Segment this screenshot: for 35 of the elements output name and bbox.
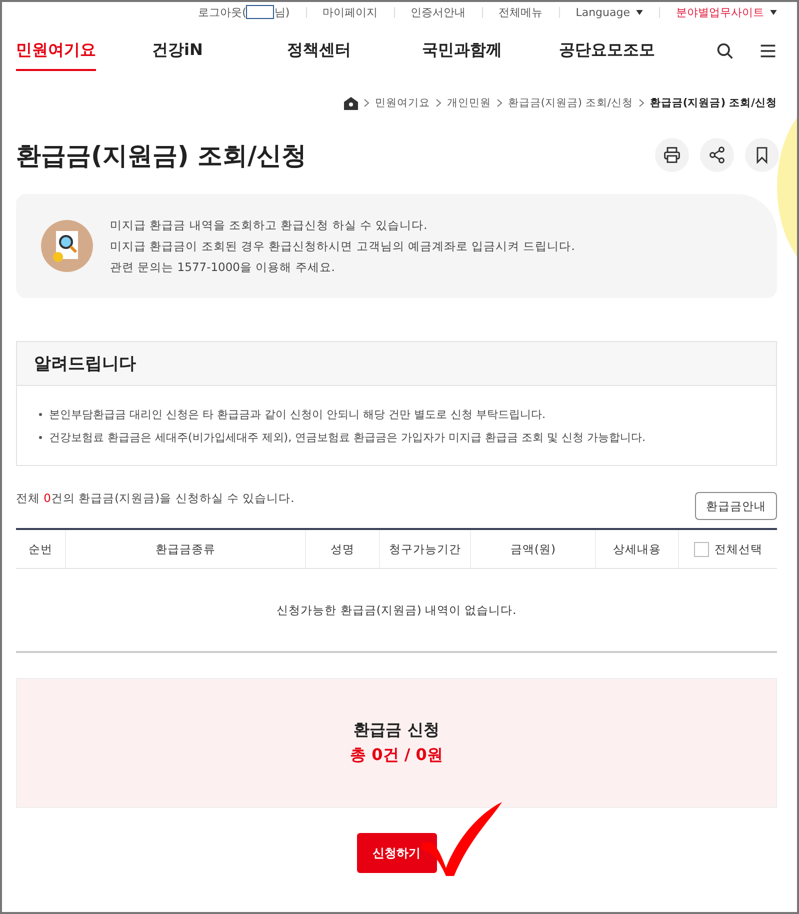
logout-link[interactable]: 로그아웃( 님) bbox=[198, 4, 290, 20]
nav-tab[interactable]: 공단요모조모 bbox=[559, 32, 655, 70]
column-header: 금액(원) bbox=[471, 530, 596, 568]
summary-title: 환급금 신청 bbox=[354, 720, 440, 741]
notice-text: 건강보험료 환급금은 세대주(비가입세대주 제외), 연금보험료 환급금은 가입자가 미지급 환급금 조회 및 신청 가능합니다. bbox=[49, 430, 646, 446]
empty-message: 신청가능한 환급금(지원금) 내역이 없습니다. bbox=[276, 602, 516, 618]
breadcrumb-link[interactable]: 환급금(지원금) 조회/신청 bbox=[650, 96, 777, 110]
select-all-checkbox[interactable]: 전체선택 bbox=[694, 542, 762, 556]
count-text: 전체 0건의 환급금(지원금)을 신청하실 수 있습니다. bbox=[16, 491, 294, 506]
guide-button[interactable]: 환급금안내 bbox=[695, 492, 777, 520]
utility-link[interactable]: 인증서안내 bbox=[410, 4, 466, 20]
info-text: 미지급 환급금이 조회된 경우 환급신청하시면 고객님의 예금계좌로 입금시켜 드립니다. bbox=[110, 238, 575, 254]
utility-link[interactable]: 전체메뉴 bbox=[498, 4, 543, 20]
page-title: 환급금(지원금) 조회/신청 bbox=[16, 140, 307, 172]
column-header: 상세내용 bbox=[596, 530, 679, 568]
breadcrumb-link[interactable]: 환급금(지원금) 조회/신청 bbox=[508, 96, 633, 110]
nav-tab[interactable]: 민원여기요 bbox=[16, 32, 96, 70]
dropdown-link[interactable]: 분야별업무사이트 bbox=[676, 4, 764, 20]
submit-button[interactable]: 신청하기 bbox=[356, 833, 436, 873]
notice-title: 알려드립니다 bbox=[34, 353, 136, 375]
column-header: 순번 bbox=[16, 530, 66, 568]
breadcrumb-link[interactable]: 민원여기요 bbox=[374, 96, 430, 110]
notice-text: 본인부담환급금 대리인 신청은 타 환급금과 같이 신청이 안되니 해당 건만 별도로 신청 부탁드립니다. bbox=[49, 407, 546, 423]
breadcrumb-link[interactable]: 개인민원 bbox=[446, 96, 491, 110]
column-header: 환급금종류 bbox=[66, 530, 306, 568]
nav-tab[interactable]: 정책센터 bbox=[287, 32, 422, 70]
column-header: 청구가능기간 bbox=[380, 530, 471, 568]
info-text: 미지급 환급금 내역을 조회하고 환급신청 하실 수 있습니다. bbox=[110, 216, 428, 234]
nav-tab[interactable]: 건강iN bbox=[152, 32, 287, 70]
dropdown-link[interactable]: Language bbox=[576, 6, 630, 18]
nav-tab[interactable]: 국민과함께 bbox=[422, 32, 559, 70]
utility-link[interactable]: 마이페이지 bbox=[322, 4, 378, 20]
summary-total: 총 0건 / 0원 bbox=[350, 745, 443, 766]
info-text: 관련 문의는 1577-1000을 이용해 주세요. bbox=[110, 258, 336, 276]
column-header: 성명 bbox=[306, 530, 380, 568]
